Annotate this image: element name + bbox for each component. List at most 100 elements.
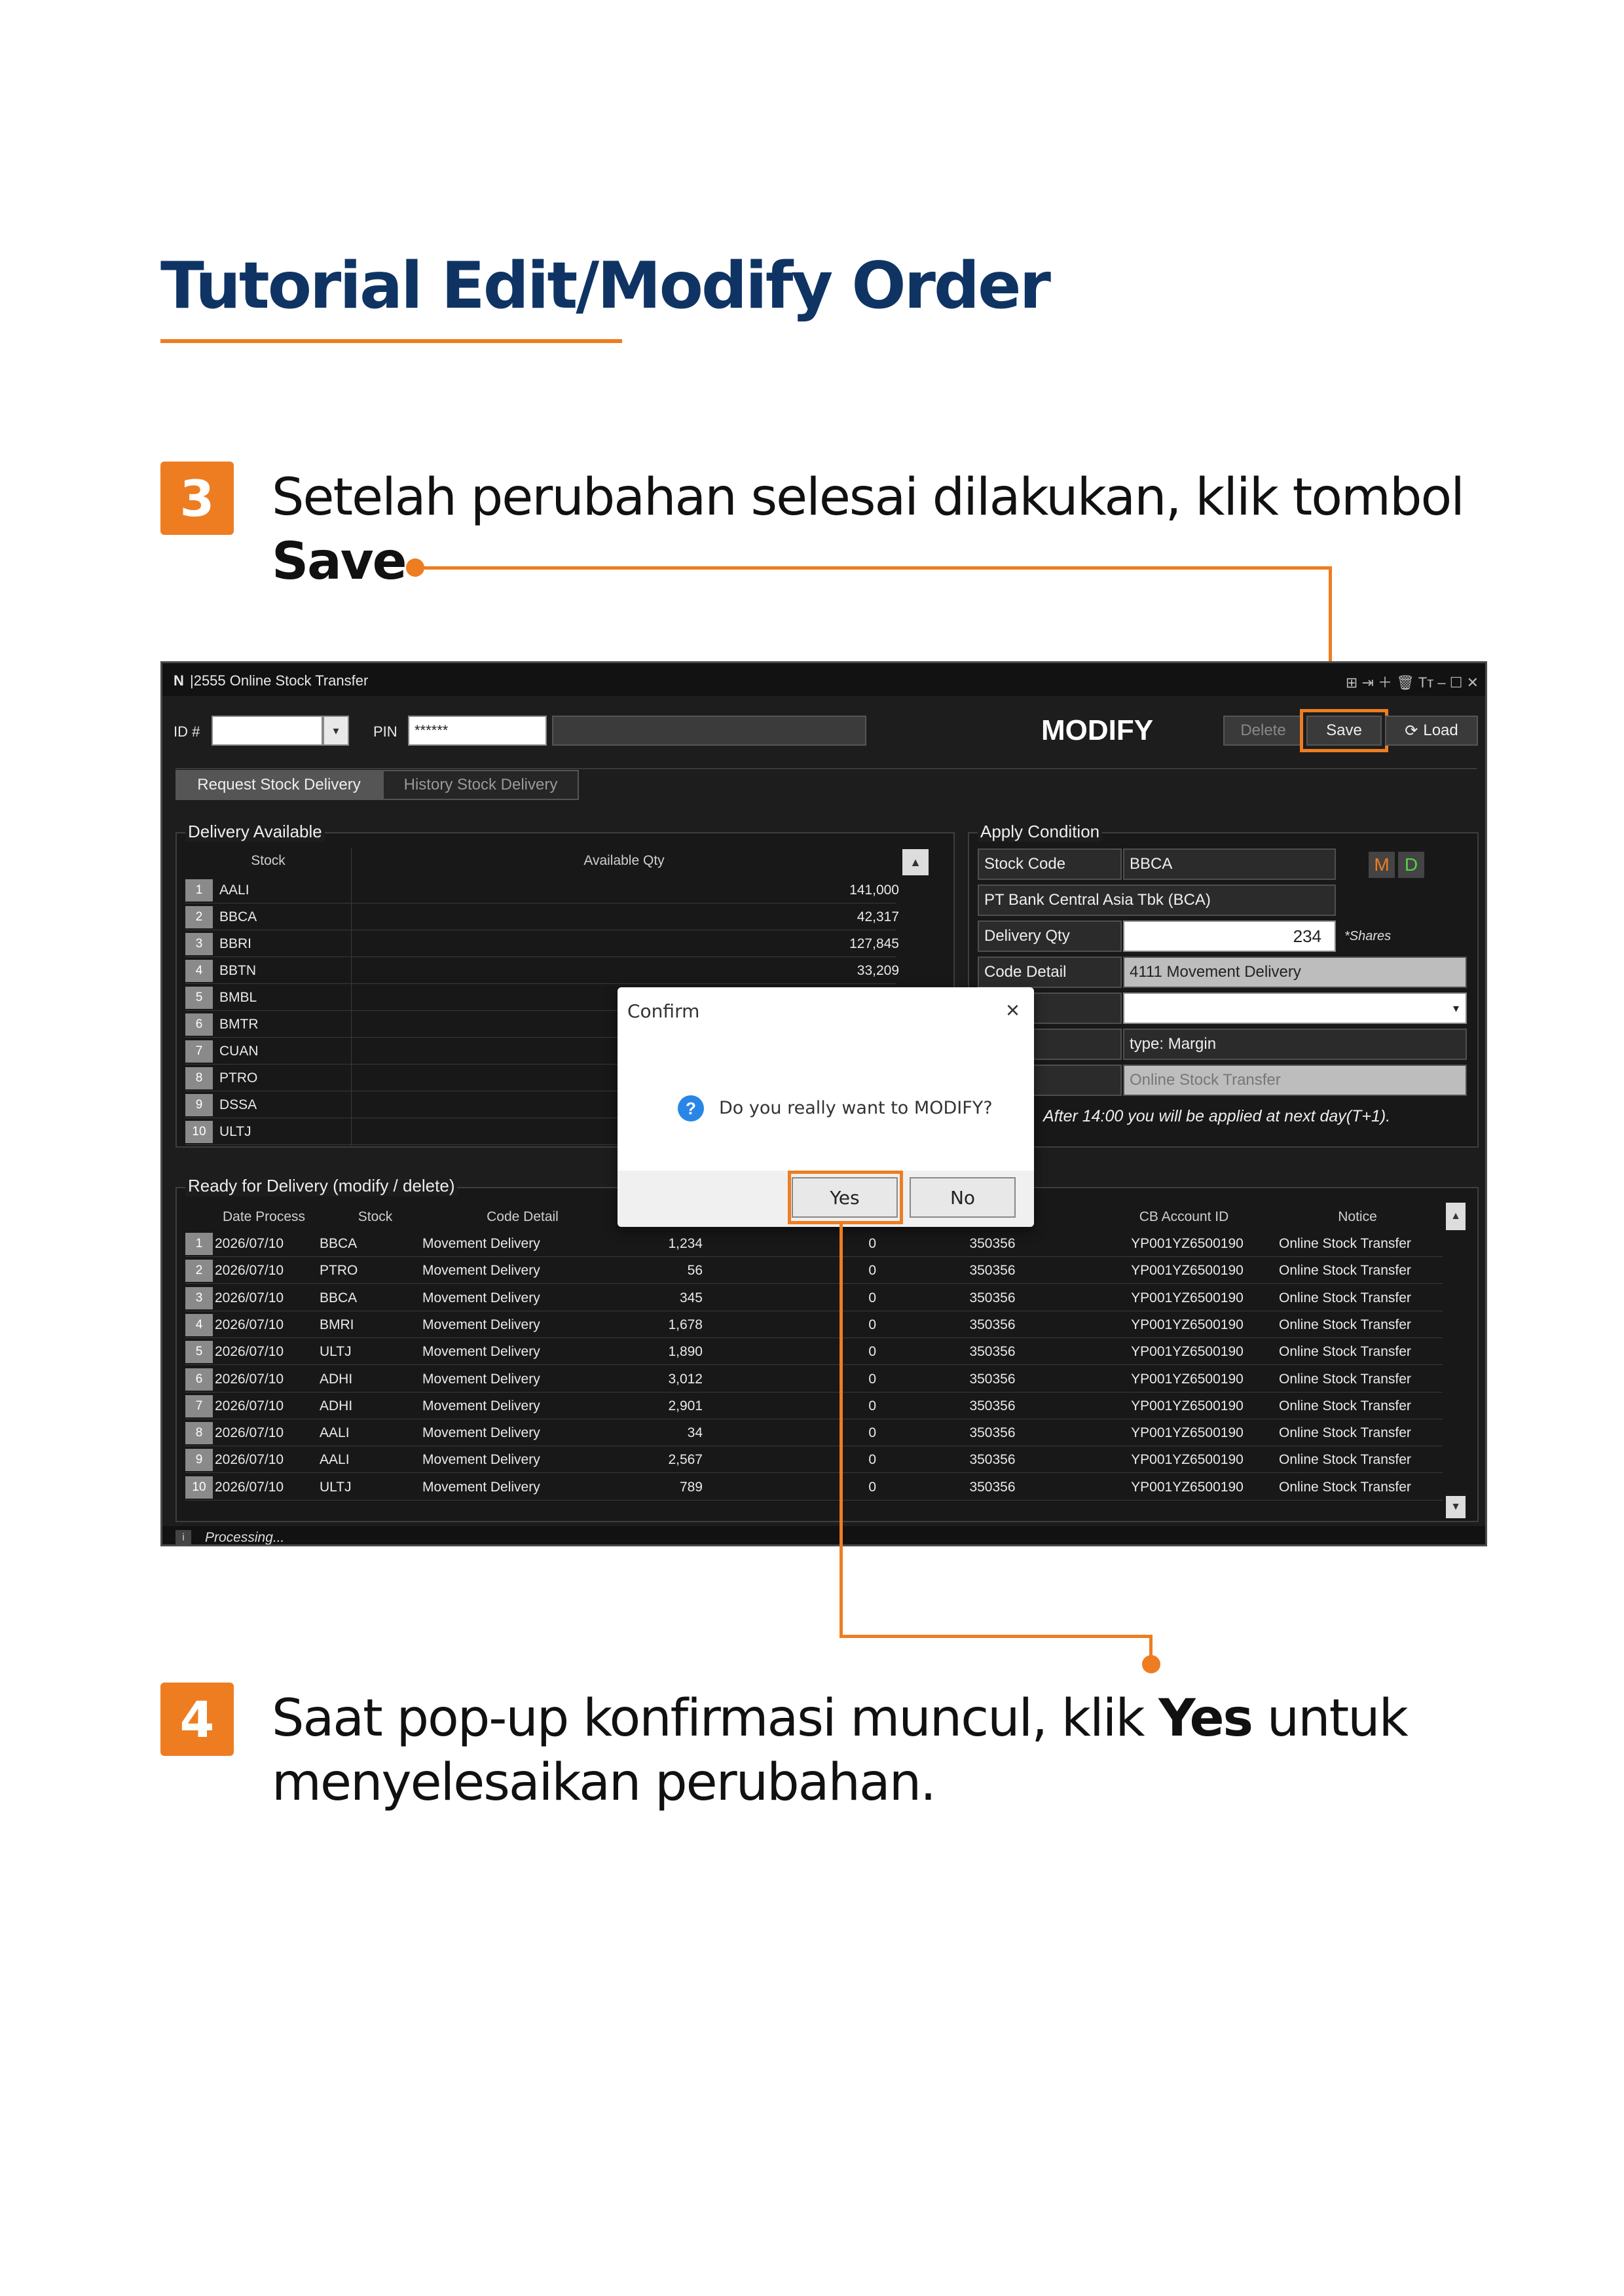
stock-cell[interactable]: BMBL	[219, 990, 257, 1006]
date-cell[interactable]: 2026/07/10	[215, 1290, 313, 1306]
code-detail-cell[interactable]: Movement Delivery	[422, 1263, 593, 1279]
qty-cell[interactable]: 1,234	[595, 1236, 703, 1252]
notice-cell[interactable]: Online Stock Transfer	[1279, 1480, 1436, 1495]
stock-cell[interactable]: ULTJ	[320, 1480, 411, 1495]
stock-cell[interactable]: AALI	[320, 1452, 411, 1468]
date-cell[interactable]: 2026/07/10	[215, 1372, 313, 1387]
code-detail-cell[interactable]: Movement Delivery	[422, 1344, 593, 1360]
stock-cell[interactable]: PTRO	[320, 1263, 411, 1279]
notice-cell[interactable]: Online Stock Transfer	[1279, 1452, 1436, 1468]
stock-cell[interactable]: CUAN	[219, 1044, 259, 1059]
qty-cell[interactable]: 3,012	[595, 1372, 703, 1387]
stock-cell[interactable]: PTRO	[219, 1070, 257, 1086]
notice-cell[interactable]: Online Stock Transfer	[1279, 1425, 1436, 1441]
stock-cell[interactable]: ADHI	[320, 1372, 411, 1387]
zero-cell[interactable]: 0	[706, 1398, 876, 1414]
code-detail-select[interactable]: 4111 Movement Delivery	[1123, 957, 1467, 988]
stock-cell[interactable]: ULTJ	[320, 1344, 411, 1360]
account-cell[interactable]: 350356	[922, 1480, 1063, 1495]
code-detail-cell[interactable]: Movement Delivery	[422, 1372, 593, 1387]
account-cell[interactable]: 350356	[922, 1317, 1063, 1333]
scroll-down-icon[interactable]: ▼	[1446, 1496, 1466, 1518]
cb-account-cell[interactable]: YP001YZ6500190	[1109, 1398, 1266, 1414]
notice-cell[interactable]: Online Stock Transfer	[1279, 1317, 1436, 1333]
account-cell[interactable]: 350356	[922, 1290, 1063, 1306]
zero-cell[interactable]: 0	[706, 1372, 876, 1387]
delivery-qty-input[interactable]: 234	[1123, 920, 1336, 952]
delete-button[interactable]: Delete	[1223, 716, 1303, 746]
stock-code-field[interactable]: BBCA	[1123, 848, 1336, 880]
qty-cell[interactable]: 2,567	[595, 1452, 703, 1468]
date-cell[interactable]: 2026/07/10	[215, 1425, 313, 1441]
id-input[interactable]	[212, 716, 323, 746]
account-cell[interactable]: 350356	[922, 1425, 1063, 1441]
zero-cell[interactable]: 0	[706, 1263, 876, 1279]
stock-cell[interactable]: AALI	[219, 883, 249, 898]
date-cell[interactable]: 2026/07/10	[215, 1317, 313, 1333]
code-detail-cell[interactable]: Movement Delivery	[422, 1398, 593, 1414]
id-select[interactable]: ▾	[1123, 993, 1467, 1024]
close-icon[interactable]: ×	[1006, 996, 1020, 1024]
qty-cell[interactable]: 345	[595, 1290, 703, 1306]
cb-account-cell[interactable]: YP001YZ6500190	[1109, 1344, 1266, 1360]
stock-cell[interactable]: BBCA	[219, 909, 257, 925]
qty-cell[interactable]: 789	[595, 1480, 703, 1495]
date-cell[interactable]: 2026/07/10	[215, 1398, 313, 1414]
code-detail-cell[interactable]: Movement Delivery	[422, 1480, 593, 1495]
stock-cell[interactable]: BMTR	[219, 1017, 259, 1032]
zero-cell[interactable]: 0	[706, 1236, 876, 1252]
id-dropdown-chevron-icon[interactable]: ▾	[323, 716, 349, 746]
cb-account-cell[interactable]: YP001YZ6500190	[1109, 1425, 1266, 1441]
scroll-up-icon-2[interactable]: ▲	[1446, 1203, 1466, 1230]
stock-cell[interactable]: BBTN	[219, 963, 256, 979]
stock-cell[interactable]: ADHI	[320, 1398, 411, 1414]
notice-cell[interactable]: Online Stock Transfer	[1279, 1263, 1436, 1279]
code-detail-cell[interactable]: Movement Delivery	[422, 1290, 593, 1306]
cb-account-cell[interactable]: YP001YZ6500190	[1109, 1290, 1266, 1306]
notice-cell[interactable]: Online Stock Transfer	[1279, 1398, 1436, 1414]
date-cell[interactable]: 2026/07/10	[215, 1452, 313, 1468]
notice-cell[interactable]: Online Stock Transfer	[1279, 1236, 1436, 1252]
cb-account-cell[interactable]: YP001YZ6500190	[1109, 1372, 1266, 1387]
no-button[interactable]: No	[910, 1177, 1016, 1218]
window-controls[interactable]: ⊞ ⇥ ＋ 🗑 Tт – ☐ ✕	[1346, 671, 1479, 692]
stock-cell[interactable]: BMRI	[320, 1317, 411, 1333]
account-field[interactable]	[552, 716, 866, 746]
cb-account-cell[interactable]: YP001YZ6500190	[1109, 1452, 1266, 1468]
code-detail-cell[interactable]: Movement Delivery	[422, 1317, 593, 1333]
qty-cell[interactable]: 2,901	[595, 1398, 703, 1414]
date-cell[interactable]: 2026/07/10	[215, 1344, 313, 1360]
code-detail-cell[interactable]: Movement Delivery	[422, 1425, 593, 1441]
tab-history-stock-delivery[interactable]: History Stock Delivery	[382, 770, 579, 800]
account-cell[interactable]: 350356	[922, 1263, 1063, 1279]
notice-cell[interactable]: Online Stock Transfer	[1279, 1290, 1436, 1306]
notice-cell[interactable]: Online Stock Transfer	[1279, 1372, 1436, 1387]
stock-cell[interactable]: DSSA	[219, 1097, 257, 1113]
zero-cell[interactable]: 0	[706, 1452, 876, 1468]
account-cell[interactable]: 350356	[922, 1398, 1063, 1414]
load-button[interactable]: ⟳ Load	[1385, 716, 1478, 746]
date-cell[interactable]: 2026/07/10	[215, 1263, 313, 1279]
cb-account-cell[interactable]: YP001YZ6500190	[1109, 1236, 1266, 1252]
cb-account-cell[interactable]: YP001YZ6500190	[1109, 1480, 1266, 1495]
code-detail-cell[interactable]: Movement Delivery	[422, 1452, 593, 1468]
qty-cell[interactable]: 1,890	[595, 1344, 703, 1360]
stock-cell[interactable]: ULTJ	[219, 1124, 251, 1140]
date-cell[interactable]: 2026/07/10	[215, 1236, 313, 1252]
code-detail-cell[interactable]: Movement Delivery	[422, 1236, 593, 1252]
stock-cell[interactable]: BBCA	[320, 1290, 411, 1306]
account-cell[interactable]: 350356	[922, 1452, 1063, 1468]
zero-cell[interactable]: 0	[706, 1290, 876, 1306]
m-button[interactable]: M	[1369, 852, 1395, 878]
cb-account-cell[interactable]: YP001YZ6500190	[1109, 1317, 1266, 1333]
date-cell[interactable]: 2026/07/10	[215, 1480, 313, 1495]
tab-request-stock-delivery[interactable]: Request Stock Delivery	[175, 770, 382, 800]
stock-cell[interactable]: BBCA	[320, 1236, 411, 1252]
pin-input[interactable]: ******	[408, 716, 547, 746]
account-cell[interactable]: 350356	[922, 1236, 1063, 1252]
zero-cell[interactable]: 0	[706, 1425, 876, 1441]
zero-cell[interactable]: 0	[706, 1317, 876, 1333]
d-button[interactable]: D	[1398, 852, 1424, 878]
scroll-up-icon[interactable]: ▲	[902, 849, 929, 875]
notice-cell[interactable]: Online Stock Transfer	[1279, 1344, 1436, 1360]
